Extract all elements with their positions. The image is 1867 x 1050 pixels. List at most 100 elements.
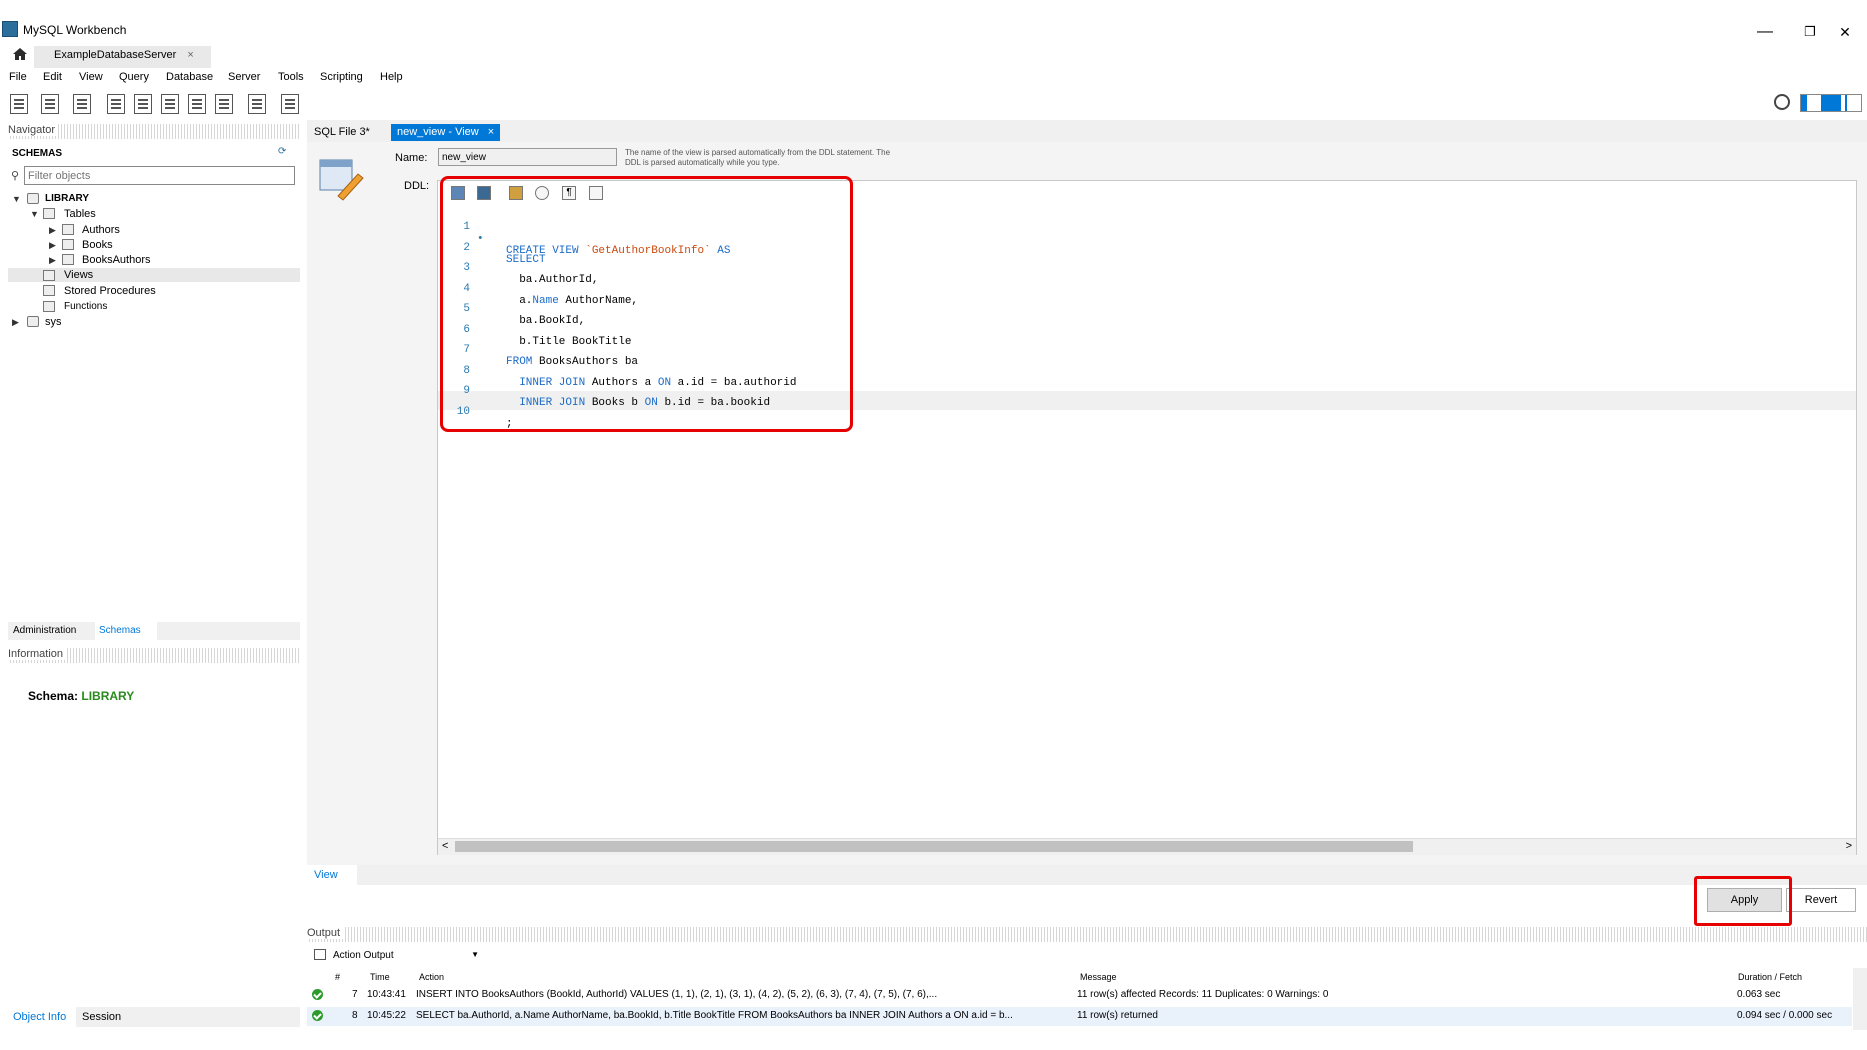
minimize-button[interactable]: —	[1745, 18, 1785, 46]
database-icon	[27, 316, 39, 327]
menu-query[interactable]: Query	[119, 71, 149, 83]
refresh-schemas-icon[interactable]: ⟳	[278, 146, 286, 157]
column-header-message: Message	[1080, 972, 1117, 982]
chevron-down-icon: ▼	[471, 950, 479, 959]
column-header-num: #	[335, 972, 341, 982]
column-header-time: Time	[370, 972, 390, 982]
tables-folder-icon	[43, 208, 55, 219]
tree-item-stored-procedures[interactable]: Stored Procedures	[64, 285, 156, 297]
views-folder-icon	[43, 270, 55, 281]
expand-books-icon[interactable]: ▶	[49, 240, 56, 251]
menu-edit[interactable]: Edit	[43, 71, 62, 83]
create-procedure-icon[interactable]	[188, 94, 206, 114]
annotation-highlight-ddl	[440, 176, 853, 432]
tab-sql-file-3[interactable]: SQL File 3*	[308, 124, 376, 141]
title-bar	[0, 0, 1867, 46]
table-icon	[62, 239, 74, 250]
name-hint-text: The name of the view is parsed automatic…	[625, 148, 891, 167]
menu-view[interactable]: View	[79, 71, 103, 83]
editor-tab-bar	[307, 120, 1867, 142]
settings-gear-icon[interactable]	[1774, 94, 1790, 110]
database-icon	[27, 193, 39, 204]
home-icon[interactable]	[12, 47, 28, 61]
output-row[interactable]: 8 10:45:22 SELECT ba.AuthorId, a.Name Au…	[307, 1007, 1852, 1026]
reconnect-icon[interactable]	[281, 94, 299, 114]
expand-booksauthors-icon[interactable]: ▶	[49, 255, 56, 266]
output-row[interactable]: 7 10:43:41 INSERT INTO BooksAuthors (Boo…	[307, 986, 1852, 1005]
annotation-highlight-apply	[1694, 876, 1792, 926]
window-title: MySQL Workbench	[23, 23, 127, 37]
close-window-button[interactable]: ✕	[1825, 18, 1865, 46]
create-schema-icon[interactable]	[107, 94, 125, 114]
view-name-input[interactable]	[438, 148, 617, 166]
output-header: Output	[307, 927, 1867, 942]
view-editor-icon	[319, 159, 364, 201]
menu-server[interactable]: Server	[228, 71, 260, 83]
scroll-right-icon[interactable]: >	[1846, 840, 1852, 852]
tree-item-tables[interactable]: Tables	[64, 208, 96, 220]
connection-tab[interactable]: ExampleDatabaseServer ×	[34, 46, 211, 68]
success-icon	[312, 1010, 323, 1021]
expand-library-icon[interactable]: ▼	[12, 194, 21, 204]
output-scrollbar[interactable]	[1853, 968, 1867, 1030]
navigator-header: Navigator	[8, 124, 300, 139]
new-sql-tab-icon[interactable]	[10, 94, 28, 114]
tab-object-info[interactable]: Object Info	[8, 1007, 76, 1027]
ddl-label: DDL:	[404, 180, 430, 192]
menu-scripting[interactable]: Scripting	[320, 71, 363, 83]
connection-tab-close-icon[interactable]: ×	[187, 49, 193, 61]
menu-tools[interactable]: Tools	[278, 71, 304, 83]
schema-info: Schema: LIBRARY	[28, 689, 134, 703]
open-sql-script-icon[interactable]	[41, 94, 59, 114]
procedures-folder-icon	[43, 285, 55, 296]
tree-item-library[interactable]: LIBRARY	[45, 193, 89, 204]
revert-button[interactable]: Revert	[1786, 888, 1856, 912]
tab-schemas[interactable]: Schemas	[95, 622, 157, 640]
filter-objects-input[interactable]	[24, 166, 295, 185]
information-header: Information	[8, 648, 300, 663]
apply-revert-bar	[307, 885, 1867, 923]
schema-info-value: LIBRARY	[81, 689, 135, 703]
navigator-tabs: Administration Schemas	[8, 622, 300, 640]
table-icon	[62, 254, 74, 265]
tree-item-authors[interactable]: Authors	[82, 224, 120, 236]
column-header-duration: Duration / Fetch	[1738, 972, 1803, 982]
copy-output-icon[interactable]	[314, 949, 326, 960]
tree-item-booksauthors[interactable]: BooksAuthors	[82, 254, 150, 266]
menu-file[interactable]: File	[9, 71, 27, 83]
menu-bar: File Edit View Query Database Server Too…	[0, 68, 1867, 88]
output-type-select[interactable]: Action Output ▼	[333, 947, 481, 965]
object-info-tabs: Object Info Session	[8, 1007, 300, 1027]
create-function-icon[interactable]	[215, 94, 233, 114]
tree-item-functions[interactable]: Functions	[64, 301, 107, 312]
tab-view[interactable]: View	[307, 865, 357, 885]
connection-tab-label: ExampleDatabaseServer	[54, 49, 177, 61]
menu-help[interactable]: Help	[380, 71, 403, 83]
tab-administration[interactable]: Administration	[13, 625, 76, 636]
success-icon	[312, 989, 323, 1000]
expand-tables-icon[interactable]: ▼	[30, 209, 39, 219]
create-table-icon[interactable]	[134, 94, 152, 114]
scrollbar-thumb[interactable]	[455, 841, 1413, 852]
expand-authors-icon[interactable]: ▶	[49, 225, 56, 236]
inspector-icon[interactable]	[73, 94, 91, 114]
scroll-left-icon[interactable]: <	[442, 840, 448, 852]
name-label: Name:	[395, 152, 428, 164]
tree-item-books[interactable]: Books	[82, 239, 113, 251]
create-view-icon[interactable]	[161, 94, 179, 114]
tree-item-views[interactable]: Views	[64, 269, 93, 281]
restore-button[interactable]: ❐	[1790, 18, 1830, 46]
schema-info-label: Schema:	[28, 689, 79, 703]
tab-session[interactable]: Session	[82, 1011, 121, 1023]
tab-close-icon[interactable]: ×	[488, 126, 494, 138]
tree-item-sys[interactable]: sys	[45, 316, 62, 328]
schemas-label: SCHEMAS	[12, 148, 63, 159]
search-table-data-icon[interactable]	[248, 94, 266, 114]
expand-sys-icon[interactable]: ▶	[12, 317, 19, 328]
view-subtab-bar: View	[307, 865, 1867, 885]
table-icon	[62, 224, 74, 235]
functions-folder-icon	[43, 301, 55, 312]
tab-new-view[interactable]: new_view - View ×	[391, 124, 501, 141]
menu-database[interactable]: Database	[166, 71, 213, 83]
panel-layout-toggle-icon[interactable]	[1800, 94, 1862, 112]
